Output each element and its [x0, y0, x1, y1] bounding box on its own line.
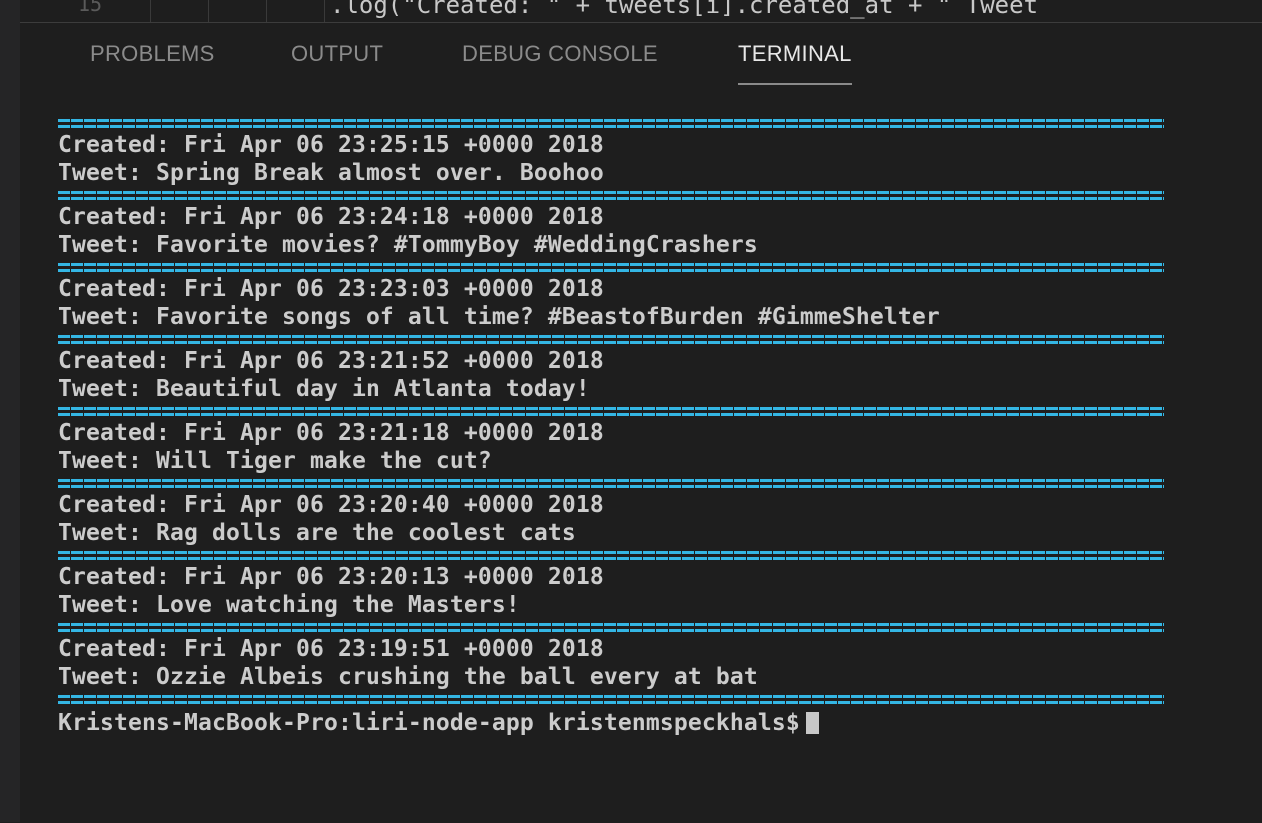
tab-debug-console[interactable]: DEBUG CONSOLE	[462, 41, 658, 83]
terminal-output[interactable]: Created: Fri Apr 06 23:25:15 +0000 2018 …	[58, 115, 1208, 735]
separator-line	[58, 619, 1208, 635]
separator-line	[58, 115, 1208, 131]
tweet-created-line: Created: Fri Apr 06 23:19:51 +0000 2018	[58, 636, 604, 662]
tweet-text-line: Tweet: Beautiful day in Atlanta today!	[58, 376, 590, 402]
tweet-text-line: Tweet: Will Tiger make the cut?	[58, 448, 492, 474]
tweet-text-line: Tweet: Spring Break almost over. Boohoo	[58, 160, 604, 186]
tweet-text-line: Tweet: Favorite songs of all time? #Beas…	[58, 304, 940, 330]
tab-problems[interactable]: PROBLEMS	[90, 41, 215, 83]
indent-guide	[150, 0, 151, 22]
terminal-cursor	[805, 712, 819, 734]
separator-line	[58, 691, 1208, 707]
tweet-created-line: Created: Fri Apr 06 23:20:13 +0000 2018	[58, 564, 604, 590]
shell-prompt: Kristens-MacBook-Pro:liri-node-app krist…	[58, 710, 800, 735]
separator-line	[58, 259, 1208, 275]
separator-line	[58, 403, 1208, 419]
separator-line	[58, 331, 1208, 347]
separator-line	[58, 547, 1208, 563]
tweet-text-line: Tweet: Rag dolls are the coolest cats	[58, 520, 576, 546]
tweet-created-line: Created: Fri Apr 06 23:23:03 +0000 2018	[58, 276, 604, 302]
tweet-created-line: Created: Fri Apr 06 23:24:18 +0000 2018	[58, 204, 604, 230]
separator-line	[58, 475, 1208, 491]
activity-gutter	[0, 0, 20, 822]
indent-guide	[324, 0, 325, 22]
indent-guide	[208, 0, 209, 22]
tweet-created-line: Created: Fri Apr 06 23:21:18 +0000 2018	[58, 420, 604, 446]
tab-output[interactable]: OUTPUT	[291, 41, 383, 83]
tweet-text-line: Tweet: Ozzie Albeis crushing the ball ev…	[58, 664, 758, 690]
editor-code-line[interactable]: .log("Created: " + tweets[i].created_at …	[330, 0, 1262, 17]
shell-prompt-line[interactable]: Kristens-MacBook-Pro:liri-node-app krist…	[58, 707, 1208, 735]
tweet-created-line: Created: Fri Apr 06 23:21:52 +0000 2018	[58, 348, 604, 374]
bottom-panel: PROBLEMS OUTPUT DEBUG CONSOLE TERMINAL C…	[20, 22, 1262, 823]
tweet-text-line: Tweet: Favorite movies? #TommyBoy #Weddi…	[58, 232, 758, 258]
tweet-created-line: Created: Fri Apr 06 23:20:40 +0000 2018	[58, 492, 604, 518]
editor-line-number: 15	[78, 0, 103, 16]
panel-tabs: PROBLEMS OUTPUT DEBUG CONSOLE TERMINAL	[20, 23, 1262, 89]
tweet-created-line: Created: Fri Apr 06 23:25:15 +0000 2018	[58, 132, 604, 158]
editor-area: 15 .log("Created: " + tweets[i].created_…	[0, 0, 1262, 22]
tweet-text-line: Tweet: Love watching the Masters!	[58, 592, 520, 618]
indent-guide	[266, 0, 267, 22]
tab-terminal[interactable]: TERMINAL	[738, 41, 852, 85]
separator-line	[58, 187, 1208, 203]
